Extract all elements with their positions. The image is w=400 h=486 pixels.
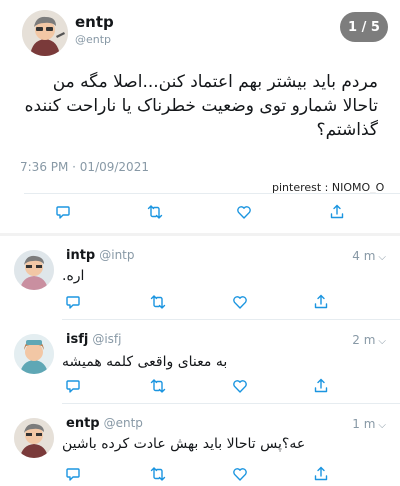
reply-text: اره. <box>62 268 85 284</box>
avatar[interactable] <box>14 334 54 374</box>
share-button[interactable] <box>327 202 347 222</box>
reply-icon <box>66 296 80 309</box>
chevron-down-icon[interactable]: ⌵ <box>378 336 386 347</box>
share-icon <box>314 378 328 393</box>
image-pager-badge: 1 / 5 <box>340 12 388 42</box>
reply-time[interactable]: 4 m ⌵ <box>352 249 386 263</box>
reply-button[interactable] <box>63 292 83 312</box>
reply-button[interactable] <box>53 202 73 222</box>
reply-time[interactable]: 2 m ⌵ <box>352 333 386 347</box>
reply-icon <box>66 468 80 481</box>
like-button[interactable] <box>230 376 250 396</box>
divider <box>24 193 400 194</box>
reply-tweet[interactable]: intp @intp 4 m ⌵ اره. <box>0 236 400 320</box>
reply-icon <box>66 380 80 393</box>
avatar[interactable] <box>14 250 54 290</box>
reply-button[interactable] <box>63 376 83 396</box>
reply-text: به معنای واقعی کلمه همیشه <box>62 354 228 370</box>
share-icon <box>314 294 328 309</box>
author-handle[interactable]: @entp <box>75 33 111 46</box>
retweet-button[interactable] <box>148 292 168 312</box>
tweet-actions <box>0 202 400 222</box>
share-button[interactable] <box>311 376 331 396</box>
retweet-icon <box>150 295 166 309</box>
share-icon <box>330 204 344 219</box>
like-button[interactable] <box>230 464 250 484</box>
avatar[interactable] <box>14 418 54 458</box>
reply-actions <box>0 292 400 312</box>
like-icon <box>233 296 247 309</box>
like-button[interactable] <box>234 202 254 222</box>
retweet-button[interactable] <box>148 464 168 484</box>
reply-tweet[interactable]: isfj @isfj 2 m ⌵ به معنای واقعی کلمه همیشه <box>0 320 400 404</box>
share-button[interactable] <box>311 464 331 484</box>
like-icon <box>233 468 247 481</box>
author-name[interactable]: entp <box>75 13 114 31</box>
retweet-icon <box>147 205 163 219</box>
avatar[interactable] <box>22 10 68 56</box>
reply-author[interactable]: isfj @isfj <box>66 332 121 347</box>
reply-text: عه؟پس تاحالا باید بهش عادت کرده باشین <box>62 436 306 452</box>
retweet-icon <box>150 467 166 481</box>
like-icon <box>237 206 251 219</box>
reply-handle[interactable]: @intp <box>99 248 134 262</box>
reply-actions <box>0 464 400 484</box>
reply-author[interactable]: entp @entp <box>66 416 143 431</box>
retweet-icon <box>150 379 166 393</box>
reply-handle[interactable]: @entp <box>104 416 143 430</box>
chevron-down-icon[interactable]: ⌵ <box>378 420 386 431</box>
chevron-down-icon[interactable]: ⌵ <box>378 252 386 263</box>
reply-icon <box>56 206 70 219</box>
retweet-button[interactable] <box>145 202 165 222</box>
reply-button[interactable] <box>63 464 83 484</box>
reply-time[interactable]: 1 m ⌵ <box>352 417 386 431</box>
share-button[interactable] <box>311 292 331 312</box>
reply-actions <box>0 376 400 396</box>
retweet-button[interactable] <box>148 376 168 396</box>
reply-tweet[interactable]: entp @entp 1 m ⌵ عه؟پس تاحالا باید بهش عاد… <box>0 404 400 486</box>
share-icon <box>314 466 328 481</box>
reply-handle[interactable]: @isfj <box>92 332 121 346</box>
main-tweet: entp @entp 1 / 5 مردم باید بیشتر بهم اعت… <box>0 0 400 233</box>
tweet-text: مردم باید بیشتر بهم اعتماد کنن...اصلا مگ… <box>24 72 378 140</box>
tweet-timestamp[interactable]: 7:36 PM · 01/09/2021 <box>20 160 149 174</box>
like-button[interactable] <box>230 292 250 312</box>
like-icon <box>233 380 247 393</box>
reply-author[interactable]: intp @intp <box>66 248 135 263</box>
